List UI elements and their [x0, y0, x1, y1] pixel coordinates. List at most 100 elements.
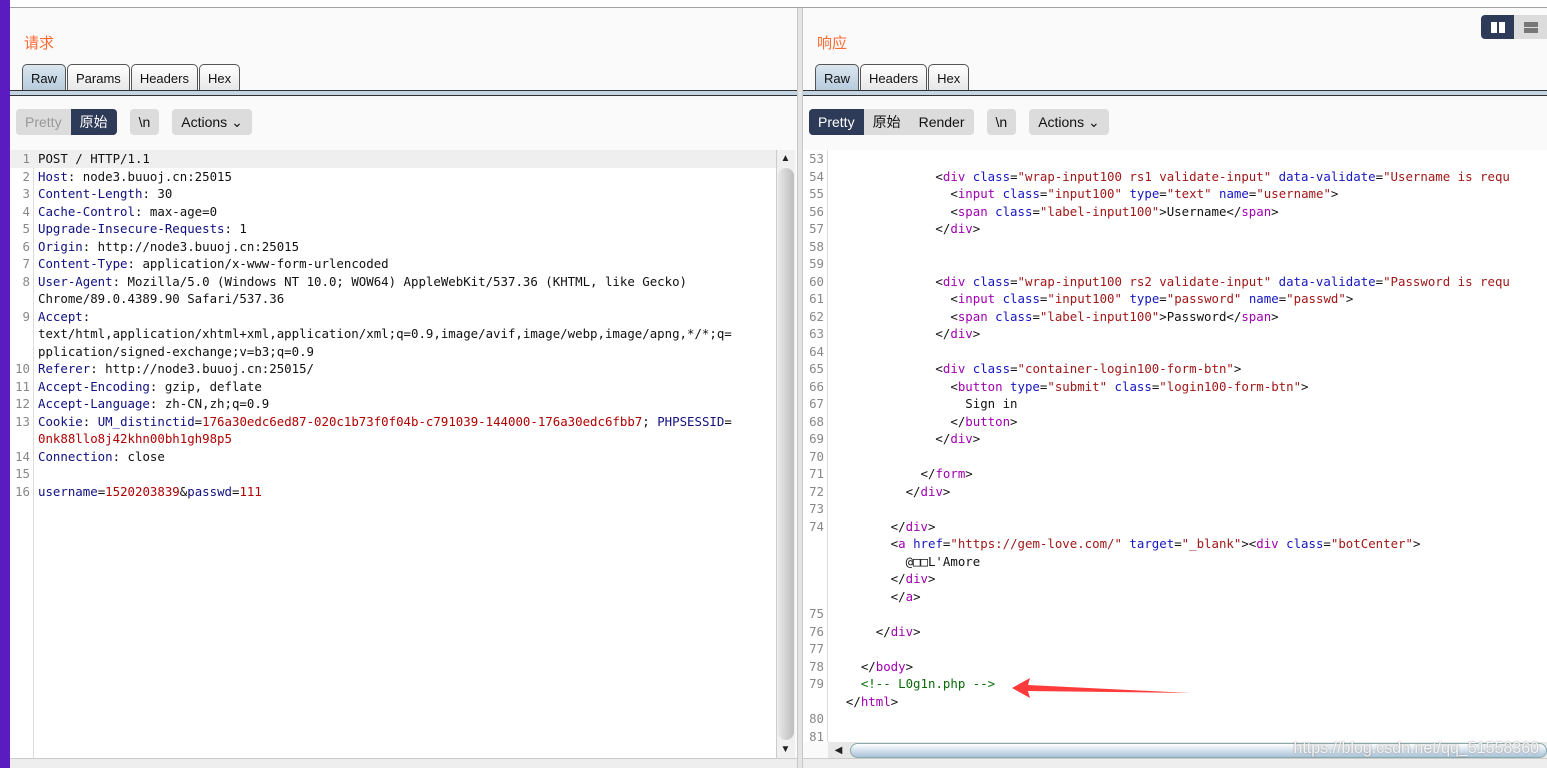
code-token: >	[913, 623, 921, 639]
line-code: </button>	[831, 413, 1017, 431]
line-code: @□□L'Amore	[831, 553, 981, 571]
code-token: </	[831, 571, 906, 586]
code-token: "label-input100"	[1039, 308, 1160, 324]
chevron-down-icon: ⌄	[231, 114, 243, 130]
code-line: 13 Cookie: UM_distinctid = 176a30edc6ed87-0…	[10, 413, 776, 431]
tab-hex[interactable]: Hex	[928, 64, 970, 91]
line-number: 62	[809, 308, 824, 324]
line-code: <!-- L0g1n.php -->	[831, 675, 995, 693]
code-line: 80	[803, 710, 1547, 728]
raw-view-button[interactable]: 原始	[863, 109, 910, 135]
code-line: 5 Upgrade-Insecure-Requests: 1	[10, 220, 776, 238]
code-token: =	[724, 413, 732, 429]
line-number: 13	[15, 413, 30, 429]
code-token: :	[82, 413, 98, 429]
tab-headers[interactable]: Headers	[860, 64, 928, 91]
code-token: Accept-Language	[38, 396, 150, 411]
line-number: 2	[22, 168, 30, 184]
code-token: </	[831, 588, 906, 604]
line-number: 76	[809, 623, 824, 639]
raw-view-button[interactable]: 原始	[70, 109, 117, 135]
render-button[interactable]: Render	[909, 109, 974, 135]
line-code: Cache-Control: max-age=0	[38, 203, 217, 221]
code-line: 3 Content-Length: 30	[10, 185, 776, 203]
code-line: 65 <div class="container-login100-form-b…	[803, 360, 1547, 378]
line-code: pplication/signed-exchange;v=b3;q=0.9	[38, 343, 314, 361]
line-code: </div>	[831, 483, 951, 501]
code-token: >	[942, 483, 951, 499]
tab-raw[interactable]: Raw	[22, 64, 67, 92]
code-token: "https://gem-love.com/"	[950, 536, 1122, 551]
code-token: </	[831, 658, 876, 674]
code-token: div	[905, 571, 928, 586]
line-code: Origin: http://node3.buuoj.cn:25015	[38, 238, 299, 256]
code-token: : 30	[142, 186, 173, 201]
tab-headers[interactable]: Headers	[130, 64, 198, 91]
code-token: span	[1241, 203, 1272, 219]
request-editor[interactable]: 1 POST / HTTP/1.1 2 Host: node3.buuoj.cn:25…	[10, 150, 776, 758]
line-code: <a href="https://gem-love.com/" target="…	[831, 535, 1421, 553]
actions-button[interactable]: Actions ⌄	[1029, 109, 1109, 135]
line-number: 60	[809, 273, 824, 289]
scroll-down-icon[interactable]: ▼	[777, 741, 794, 758]
line-number: 1	[22, 151, 30, 166]
line-number: 3	[22, 186, 30, 201]
code-token: div	[942, 273, 966, 289]
line-code: </div>	[831, 325, 980, 343]
code-token: >	[928, 571, 936, 586]
newline-toggle-button[interactable]: \n	[986, 109, 1017, 135]
code-token: </	[831, 413, 966, 429]
code-token: >	[1271, 308, 1279, 324]
code-token: body	[875, 658, 906, 674]
code-line: text/html,application/xhtml+xml,applicat…	[10, 325, 776, 343]
line-number: 73	[809, 501, 824, 516]
tab-raw[interactable]: Raw	[815, 64, 860, 92]
scroll-up-icon[interactable]: ▲	[777, 150, 794, 167]
pretty-button[interactable]: Pretty	[16, 109, 71, 135]
tab-hex[interactable]: Hex	[198, 64, 241, 91]
line-code: POST / HTTP/1.1	[38, 150, 150, 168]
line-number: 80	[809, 711, 824, 726]
request-vertical-scrollbar[interactable]: ▲ ▼	[776, 150, 795, 758]
pretty-button[interactable]: Pretty	[809, 109, 864, 135]
tab-params[interactable]: Params	[67, 64, 130, 91]
line-code: Host: node3.buuoj.cn:25015	[38, 168, 232, 186]
code-token: <	[831, 536, 899, 551]
line-code: 0nk88llo8j42khn00bh1gh98p5	[38, 430, 232, 448]
code-line: 64	[803, 343, 1547, 361]
rows-layout-button[interactable]	[1514, 15, 1547, 39]
line-code: Content-Length: 30	[38, 185, 172, 203]
code-token: Content-Length	[38, 186, 143, 201]
code-line: 1 POST / HTTP/1.1	[10, 150, 776, 168]
line-number: 8	[22, 273, 30, 289]
code-token: class	[1278, 536, 1324, 551]
code-token: <	[831, 203, 958, 219]
code-token: >Password</	[1159, 308, 1242, 324]
line-code: <button type="submit" class="login100-fo…	[831, 378, 1308, 396]
code-token: Referer	[38, 361, 91, 376]
actions-button[interactable]: Actions ⌄	[172, 109, 252, 135]
code-token: 0nk88llo8j42khn00bh1gh98p5	[38, 431, 232, 446]
newline-toggle-button[interactable]: \n	[129, 109, 160, 135]
columns-layout-button[interactable]	[1481, 15, 1514, 39]
code-token: Connection	[38, 448, 113, 464]
code-token: type	[1002, 378, 1040, 394]
response-bottom-bar	[803, 758, 1547, 768]
code-token: href	[905, 536, 943, 551]
line-number: 58	[809, 238, 824, 254]
line-code: <span class="label-input100">Username</s…	[831, 203, 1278, 221]
code-line: </a>	[803, 588, 1547, 606]
code-line: 16 username=1520203839&passwd=111	[10, 483, 776, 501]
code-token: >	[905, 658, 914, 674]
scrollbar-thumb[interactable]	[778, 168, 794, 740]
code-token: <	[831, 308, 958, 324]
line-number: 69	[809, 431, 824, 446]
scroll-left-icon[interactable]: ◀	[830, 742, 847, 759]
code-token: =	[1375, 273, 1384, 289]
code-token: class	[965, 273, 1011, 289]
code-token: =	[1159, 291, 1167, 306]
code-token: </	[831, 466, 936, 481]
line-code: </div>	[831, 570, 936, 588]
code-token: "submit"	[1047, 378, 1108, 394]
response-editor[interactable]: 53 54 <div class="wrap-input100 rs1 valid…	[803, 150, 1547, 742]
